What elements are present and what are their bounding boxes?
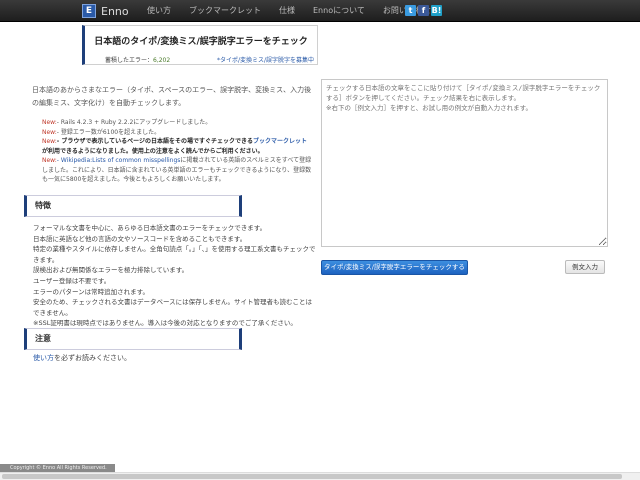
example-input-button[interactable]: 例文入力 <box>565 260 605 274</box>
social-buttons: t f B! <box>405 5 442 16</box>
feature-line: エラーのパターンは常時追加されます。 <box>33 287 150 296</box>
hatena-icon[interactable]: B! <box>431 5 442 16</box>
nav-item-usage[interactable]: 使い方 <box>138 0 180 22</box>
top-navbar: E Enno 使い方 ブックマークレット 仕様 Ennoについて お問い合わせ … <box>0 0 640 22</box>
news-list: New:- Rails 4.2.3 + Ruby 2.2.2にアップグレードしま… <box>32 118 312 185</box>
footer-copyright: Copyright © Enno All Rights Reserved. <box>0 464 115 472</box>
news-item: New:- ブラウザで表示しているページの日本語をその場ですぐチェックできるブッ… <box>42 137 312 156</box>
features-list: フォーマルな文書を中心に、あらゆる日本語文書のエラーをチェックできます。 日本語… <box>33 223 318 329</box>
title-box: 日本語のタイポ/変換ミス/誤字脱字エラーをチェック 蓄積したエラー：6,202 … <box>82 25 318 65</box>
features-heading: 特徴 <box>24 195 242 217</box>
usage-link[interactable]: 使い方 <box>33 354 54 362</box>
scrollbar-thumb[interactable] <box>2 474 622 479</box>
news-text: - ブラウザで表示しているページの日本語をその場ですぐチェックできる <box>56 138 253 145</box>
brand[interactable]: E Enno <box>82 2 129 20</box>
news-text: が利用できるようになりました。使用上の注意をよく読んでからご利用ください。 <box>42 147 264 155</box>
bookmarklet-link[interactable]: ブックマークレット <box>253 138 307 145</box>
new-label: New: <box>42 138 57 145</box>
news-item: New:- Rails 4.2.3 + Ruby 2.2.2にアップグレードしま… <box>42 118 312 128</box>
error-count-label: 蓄積したエラー： <box>105 57 154 64</box>
enno-logo-icon: E <box>82 4 96 18</box>
feature-line: 誤検出および無関係なエラーを極力排除しています。 <box>33 266 189 275</box>
feature-line: 特定の業種やスタイルに依存しません。全角句読点「。」「、」を使用する理工系文書も… <box>33 245 316 264</box>
note-text-body: を必ずお読みください。 <box>54 354 131 362</box>
error-count: 蓄積したエラー：6,202 <box>105 55 170 64</box>
horizontal-scrollbar[interactable] <box>0 472 640 480</box>
note-text: 使い方を必ずお読みください。 <box>33 353 131 363</box>
new-label: New: <box>42 128 57 136</box>
intro-section: 日本語のあからさまなエラー（タイポ、スペースのエラー、誤字脱字、変換ミス、入力後… <box>32 84 312 185</box>
new-label: New: <box>42 157 57 164</box>
check-errors-button[interactable]: タイポ/変換ミス/誤字脱字エラーをチェックする <box>321 260 468 275</box>
nav-menu: 使い方 ブックマークレット 仕様 Ennoについて お問い合わせ <box>138 0 440 22</box>
error-count-value: 6,202 <box>153 57 171 64</box>
note-heading: 注意 <box>24 328 242 350</box>
feature-line: 安全のため、チェックされる文書はデータベースには保存しません。サイト管理者も読む… <box>33 298 312 317</box>
news-item: New:- Wikipedia:Lists of common misspell… <box>42 156 312 185</box>
news-text: - Rails 4.2.3 + Ruby 2.2.2にアップグレードしました。 <box>56 119 212 126</box>
page-title: 日本語のタイポ/変換ミス/誤字脱字エラーをチェック <box>94 37 308 47</box>
news-text: - 登録エラー数が6100を超えました。 <box>56 128 161 136</box>
text-input-area[interactable] <box>321 79 608 247</box>
feature-line: フォーマルな文書を中心に、あらゆる日本語文書のエラーをチェックできます。 <box>33 224 267 232</box>
feature-line: 日本語に英語など他の言語の文やソースコードを含めることもできます。 <box>33 234 247 243</box>
feature-line: ユーザー登録は不要です。 <box>33 276 111 285</box>
facebook-icon[interactable]: f <box>418 5 429 16</box>
nav-item-spec[interactable]: 仕様 <box>270 0 304 22</box>
news-item: New:- 登録エラー数が6100を超えました。 <box>42 128 312 138</box>
wikipedia-link[interactable]: - Wikipedia:Lists of common misspellings <box>57 157 181 164</box>
nav-item-bookmarklet[interactable]: ブックマークレット <box>180 0 270 22</box>
twitter-icon[interactable]: t <box>405 5 416 16</box>
new-label: New: <box>42 119 57 126</box>
submit-error-link[interactable]: *タイポ/変換ミス/誤字脱字を募集中 <box>217 55 314 64</box>
brand-name: Enno <box>101 4 129 18</box>
nav-item-about[interactable]: Ennoについて <box>304 0 374 22</box>
intro-text: 日本語のあからさまなエラー（タイポ、スペースのエラー、誤字脱字、変換ミス、入力後… <box>32 86 312 107</box>
